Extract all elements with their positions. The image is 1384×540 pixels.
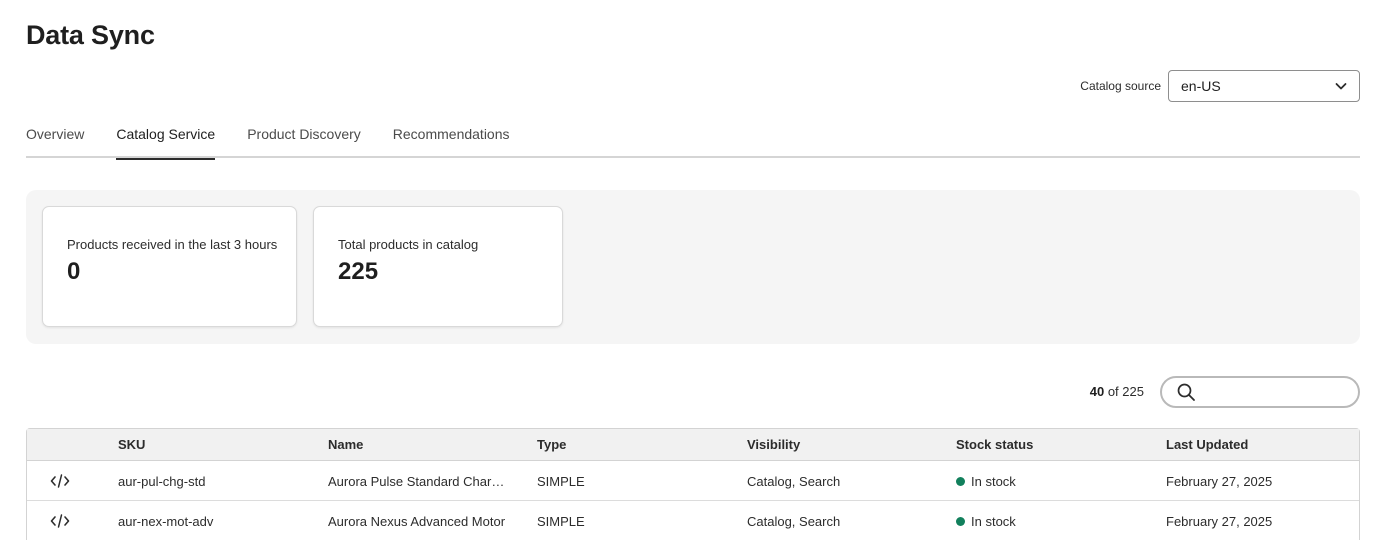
cell-last-updated: February 27, 2025 bbox=[1166, 474, 1273, 489]
stats-panel: Products received in the last 3 hours 0 … bbox=[26, 190, 1360, 344]
stat-card-products-received: Products received in the last 3 hours 0 bbox=[42, 206, 297, 327]
table-row[interactable]: aur-pul-chg-std Aurora Pulse Standard Ch… bbox=[27, 461, 1359, 501]
code-icon[interactable] bbox=[50, 474, 70, 488]
cell-stock-status: In stock bbox=[956, 514, 1016, 529]
stat-value: 0 bbox=[67, 258, 81, 285]
catalog-source-select[interactable]: en-US bbox=[1168, 70, 1360, 102]
catalog-source-control: Catalog source en-US bbox=[1080, 70, 1360, 102]
stat-label: Products received in the last 3 hours bbox=[67, 237, 278, 252]
results-count: 40 of 225 bbox=[1090, 384, 1144, 399]
results-total: 225 bbox=[1122, 384, 1144, 399]
tab-catalog-service[interactable]: Catalog Service bbox=[116, 126, 215, 160]
tab-recommendations[interactable]: Recommendations bbox=[393, 126, 510, 158]
cell-sku: aur-nex-mot-adv bbox=[118, 514, 214, 529]
table-row[interactable]: aur-nex-mot-adv Aurora Nexus Advanced Mo… bbox=[27, 501, 1359, 540]
page-title: Data Sync bbox=[26, 20, 155, 50]
column-header-type[interactable]: Type bbox=[537, 437, 566, 452]
column-header-name[interactable]: Name bbox=[328, 437, 363, 452]
cell-name: Aurora Nexus Advanced Motor bbox=[328, 514, 506, 529]
cell-sku: aur-pul-chg-std bbox=[118, 474, 206, 489]
cell-last-updated: February 27, 2025 bbox=[1166, 514, 1273, 529]
stat-value: 225 bbox=[338, 258, 379, 285]
stat-card-total-products: Total products in catalog 225 bbox=[313, 206, 563, 327]
stock-status-text: In stock bbox=[971, 474, 1016, 489]
cell-stock-status: In stock bbox=[956, 474, 1016, 489]
search-icon bbox=[1177, 383, 1195, 401]
cell-visibility: Catalog, Search bbox=[747, 474, 841, 489]
results-of: of bbox=[1107, 384, 1119, 399]
column-header-last-updated[interactable]: Last Updated bbox=[1166, 437, 1248, 452]
status-dot-icon bbox=[956, 517, 965, 526]
column-header-sku[interactable]: SKU bbox=[118, 437, 145, 452]
table-header: SKU Name Type Visibility Stock status La… bbox=[27, 429, 1359, 461]
column-header-visibility[interactable]: Visibility bbox=[747, 437, 800, 452]
search-input[interactable] bbox=[1202, 384, 1352, 400]
catalog-source-label: Catalog source bbox=[1080, 79, 1161, 93]
cell-type: SIMPLE bbox=[537, 474, 585, 489]
code-icon[interactable] bbox=[50, 514, 70, 528]
stat-label: Total products in catalog bbox=[338, 237, 479, 252]
status-dot-icon bbox=[956, 477, 965, 486]
results-shown: 40 bbox=[1089, 384, 1105, 399]
tab-overview[interactable]: Overview bbox=[26, 126, 84, 158]
catalog-source-value: en-US bbox=[1181, 78, 1221, 94]
cell-name: Aurora Pulse Standard Charg... bbox=[328, 474, 506, 489]
cell-visibility: Catalog, Search bbox=[747, 514, 841, 529]
tab-product-discovery[interactable]: Product Discovery bbox=[247, 126, 361, 158]
search-field[interactable] bbox=[1160, 376, 1360, 408]
chevron-down-icon bbox=[1335, 83, 1347, 90]
column-header-stock-status[interactable]: Stock status bbox=[956, 437, 1033, 452]
stock-status-text: In stock bbox=[971, 514, 1016, 529]
cell-type: SIMPLE bbox=[537, 514, 585, 529]
tab-bar: Overview Catalog Service Product Discove… bbox=[26, 126, 1360, 160]
products-table: SKU Name Type Visibility Stock status La… bbox=[26, 428, 1360, 540]
